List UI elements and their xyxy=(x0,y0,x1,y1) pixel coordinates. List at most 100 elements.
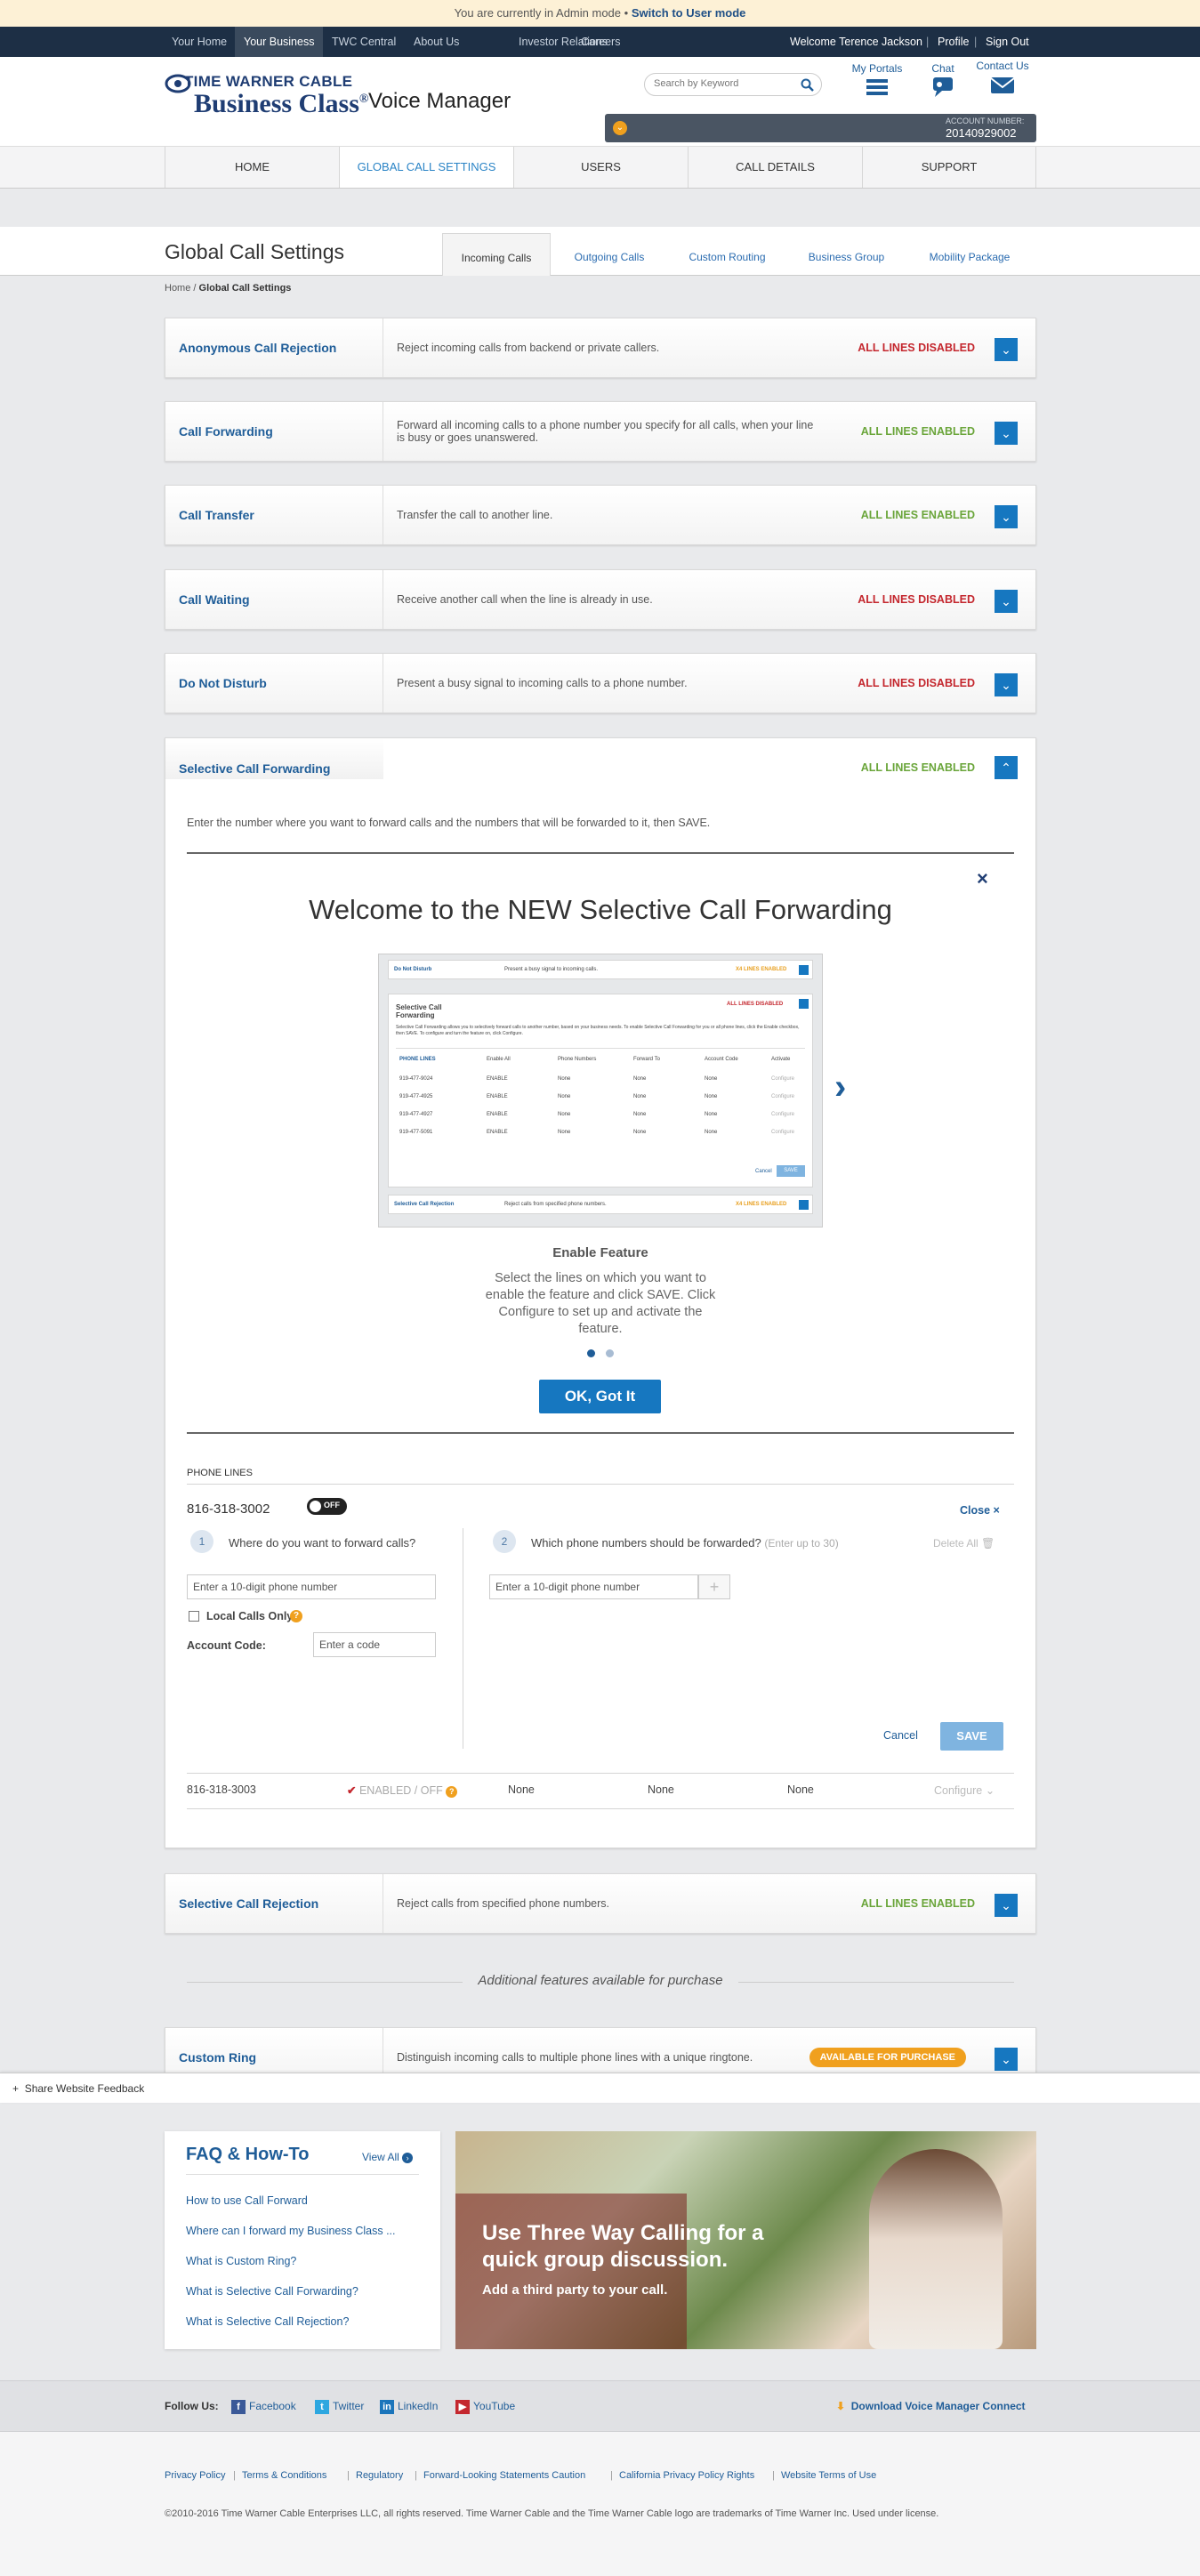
search-box[interactable] xyxy=(644,73,822,96)
expand-chevron-icon[interactable]: ⌄ xyxy=(995,338,1018,361)
purchase-badge[interactable]: AVAILABLE FOR PURCHASE xyxy=(809,2048,966,2067)
download-app-label: Download Voice Manager Connect xyxy=(850,2400,1026,2412)
twitter-link[interactable]: t Twitter xyxy=(315,2400,364,2414)
ok-got-it-button[interactable]: OK, Got It xyxy=(539,1380,661,1413)
search-icon[interactable] xyxy=(801,78,814,92)
breadcrumb-home[interactable]: Home xyxy=(165,283,190,294)
shot-save: SAVE xyxy=(777,1165,805,1177)
help-icon[interactable]: ? xyxy=(446,1786,458,1798)
footer-separator: | xyxy=(233,2470,236,2481)
line-status-text: ENABLED / OFF xyxy=(358,1784,443,1797)
top-nav-about-us[interactable]: About Us xyxy=(405,27,468,57)
page-title: Global Call Settings xyxy=(165,240,344,263)
line-toggle[interactable]: OFF xyxy=(307,1498,347,1515)
expand-chevron-icon[interactable]: ⌄ xyxy=(995,422,1018,445)
expand-chevron-icon[interactable]: ⌄ xyxy=(995,1894,1018,1917)
nav-users[interactable]: USERS xyxy=(513,147,688,188)
promo-banner[interactable]: Use Three Way Calling for a quick group … xyxy=(455,2131,1036,2349)
top-nav-your-home[interactable]: Your Home xyxy=(163,27,236,57)
close-icon[interactable]: × xyxy=(977,867,988,890)
facebook-link[interactable]: f Facebook xyxy=(231,2400,296,2414)
view-all-link[interactable]: View All › xyxy=(362,2151,414,2163)
faq-link[interactable]: What is Custom Ring? xyxy=(186,2255,296,2267)
configure-button[interactable]: Configure ⌄ xyxy=(934,1783,995,1797)
faq-link[interactable]: What is Selective Call Forwarding? xyxy=(186,2285,358,2298)
account-dropdown-icon[interactable]: ⌄ xyxy=(613,121,627,135)
close-line-button[interactable]: Close × xyxy=(960,1504,1000,1517)
sign-out-link[interactable]: Sign Out xyxy=(986,27,1029,57)
chat-button[interactable]: Chat xyxy=(925,62,961,101)
nav-support[interactable]: SUPPORT xyxy=(862,147,1036,188)
top-nav-twc-central[interactable]: TWC Central xyxy=(323,27,405,57)
youtube-link[interactable]: ▶ YouTube xyxy=(455,2400,515,2414)
add-number-plus-icon[interactable]: + xyxy=(698,1574,730,1599)
tab-custom-routing[interactable]: Custom Routing xyxy=(676,233,778,276)
account-code-input[interactable]: Enter a code xyxy=(313,1632,436,1657)
my-portals-button[interactable]: My Portals xyxy=(845,62,909,101)
chevron-down-icon: ⌄ xyxy=(985,1784,995,1797)
feature-name[interactable]: Do Not Disturb xyxy=(165,654,383,712)
feature-name[interactable]: Call Waiting xyxy=(165,570,383,629)
feature-name[interactable]: Call Forwarding xyxy=(165,402,383,461)
top-nav-your-business[interactable]: Your Business xyxy=(235,27,324,57)
expand-chevron-icon[interactable]: ⌄ xyxy=(995,673,1018,696)
slide-dot-active[interactable] xyxy=(587,1349,595,1357)
forward-to-input[interactable]: Enter a 10-digit phone number xyxy=(187,1574,436,1599)
local-calls-checkbox[interactable] xyxy=(189,1611,199,1622)
question-2: Which phone numbers should be forwarded?… xyxy=(531,1536,839,1550)
forwarded-number-input[interactable]: Enter a 10-digit phone number xyxy=(489,1574,698,1599)
chat-icon xyxy=(933,77,953,97)
slide-dot[interactable] xyxy=(606,1349,614,1357)
feature-name[interactable]: Call Transfer xyxy=(165,486,383,544)
nav-global-call-settings[interactable]: GLOBAL CALL SETTINGS xyxy=(339,147,513,188)
feature-description: Transfer the call to another line. xyxy=(397,509,553,521)
linkedin-link[interactable]: in LinkedIn xyxy=(380,2400,438,2414)
footer-link[interactable]: Terms & Conditions xyxy=(242,2470,326,2481)
modal-title: Welcome to the NEW Selective Call Forwar… xyxy=(309,894,892,925)
feature-status: ALL LINES DISABLED xyxy=(858,342,975,354)
faq-link[interactable]: What is Selective Call Rejection? xyxy=(186,2315,349,2328)
expand-chevron-icon[interactable]: ⌄ xyxy=(995,2048,1018,2071)
faq-link[interactable]: Where can I forward my Business Class ..… xyxy=(186,2225,396,2237)
feature-name[interactable]: Selective Call Rejection xyxy=(165,1874,383,1933)
tab-business-group[interactable]: Business Group xyxy=(794,233,898,276)
expand-chevron-icon[interactable]: ⌄ xyxy=(995,590,1018,613)
save-button[interactable]: SAVE xyxy=(940,1722,1003,1751)
contact-us-button[interactable]: Contact Us xyxy=(971,60,1034,99)
feedback-bar[interactable]: + Share Website Feedback xyxy=(0,2073,1200,2103)
switch-to-user-link[interactable]: Switch to User mode xyxy=(632,6,746,20)
feature-card: Anonymous Call Rejection Reject incoming… xyxy=(165,318,1036,378)
shot-cell: None xyxy=(558,1112,571,1117)
shot-cell: None xyxy=(705,1094,718,1099)
profile-link[interactable]: Profile xyxy=(938,27,969,57)
feature-name[interactable]: Anonymous Call Rejection xyxy=(165,318,383,377)
cancel-button[interactable]: Cancel xyxy=(883,1729,918,1742)
nav-call-details[interactable]: CALL DETAILS xyxy=(688,147,862,188)
divider xyxy=(187,1432,1014,1434)
shot-row-status: X4 LINES ENABLED xyxy=(736,967,787,972)
faq-link[interactable]: How to use Call Forward xyxy=(186,2194,308,2207)
tab-outgoing-calls[interactable]: Outgoing Calls xyxy=(560,233,658,276)
shot-cell: Configure xyxy=(771,1130,795,1135)
footer-link[interactable]: Website Terms of Use xyxy=(781,2470,876,2481)
facebook-label: Facebook xyxy=(249,2400,296,2413)
top-nav-separator: | xyxy=(974,36,978,48)
tab-incoming-calls[interactable]: Incoming Calls xyxy=(442,233,551,276)
footer-link[interactable]: Forward-Looking Statements Caution xyxy=(423,2470,585,2481)
tab-mobility-package[interactable]: Mobility Package xyxy=(916,233,1023,276)
nav-home[interactable]: HOME xyxy=(165,147,339,188)
help-icon[interactable]: ? xyxy=(290,1610,302,1622)
footer-link[interactable]: Regulatory xyxy=(356,2470,403,2481)
logo-business-class[interactable]: Business Class® xyxy=(194,89,368,119)
collapse-chevron-icon[interactable]: ⌃ xyxy=(995,756,1018,779)
delete-all-button[interactable]: Delete All 🗑 xyxy=(933,1537,995,1550)
top-nav-careers[interactable]: Careers xyxy=(572,27,629,57)
footer-link[interactable]: Privacy Policy xyxy=(165,2470,225,2481)
expand-chevron-icon[interactable]: ⌄ xyxy=(995,505,1018,528)
divider xyxy=(187,1484,1014,1485)
next-slide-arrow-icon[interactable]: › xyxy=(834,1067,846,1107)
footer-link[interactable]: California Privacy Policy Rights xyxy=(619,2470,754,2481)
search-input[interactable] xyxy=(654,78,796,89)
download-app-link[interactable]: ⬇ Download Voice Manager Connect xyxy=(836,2400,1026,2412)
scf-name[interactable]: Selective Call Forwarding xyxy=(179,761,330,776)
